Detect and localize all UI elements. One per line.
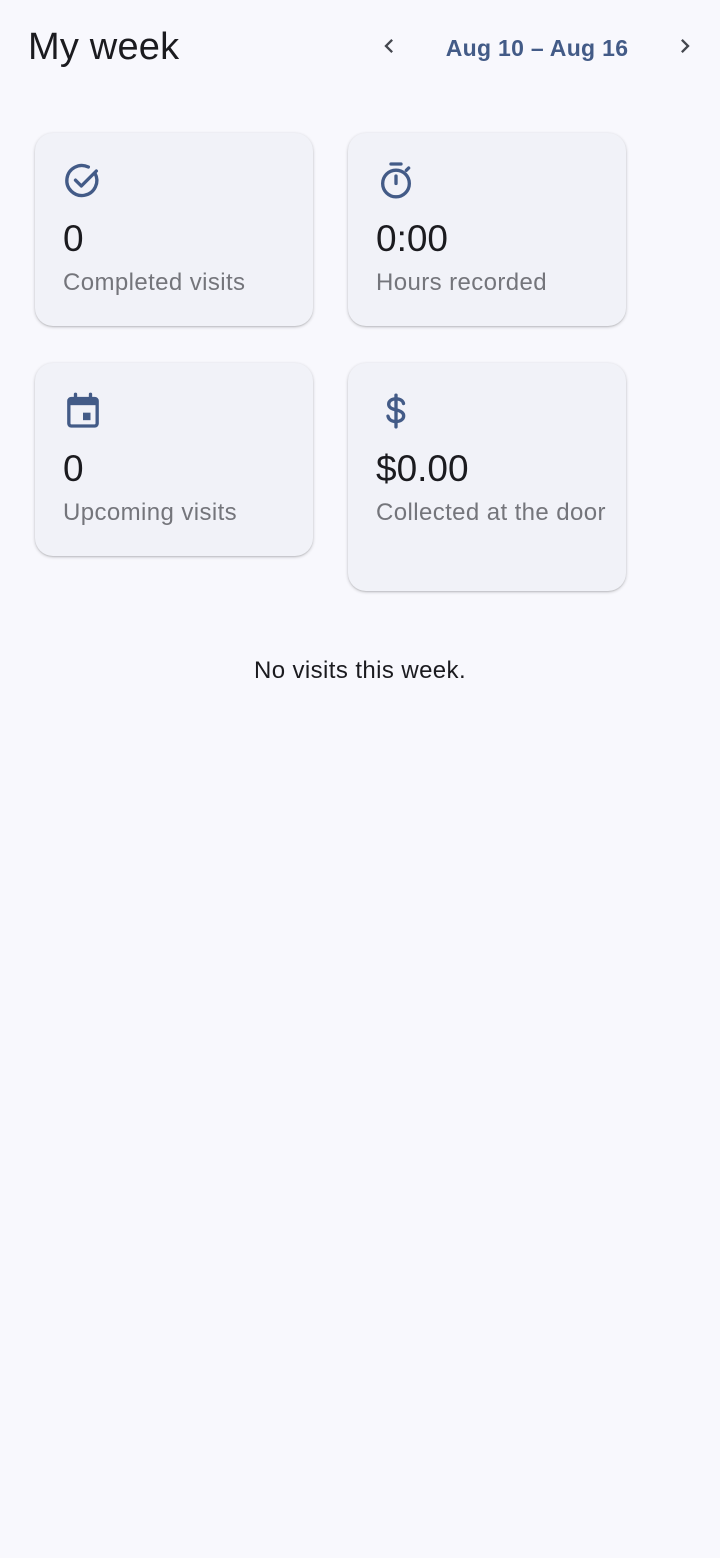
upcoming-visits-label: Upcoming visits: [63, 499, 238, 526]
next-week-button[interactable]: [661, 24, 709, 72]
completed-visits-value: 0: [63, 218, 84, 259]
dollar-icon: [376, 391, 416, 431]
empty-state-message: No visits this week.: [253, 657, 467, 684]
date-range-button[interactable]: Aug 10 – Aug 16: [418, 24, 656, 72]
stopwatch-icon: [376, 161, 416, 201]
collected-at-door-label: Collected at the door: [376, 499, 606, 526]
chevron-right-icon: [671, 32, 699, 65]
hours-recorded-card: 0:00 Hours recorded: [348, 133, 626, 326]
calendar-icon: [63, 391, 103, 431]
collected-at-door-card: $0.00 Collected at the door: [348, 363, 626, 591]
completed-visits-card: 0 Completed visits: [35, 133, 313, 326]
chevron-left-icon: [375, 32, 403, 65]
hours-recorded-label: Hours recorded: [376, 269, 548, 296]
collected-at-door-value: $0.00: [376, 448, 469, 489]
upcoming-visits-value: 0: [63, 448, 84, 489]
check-circle-icon: [63, 161, 103, 201]
upcoming-visits-card: 0 Upcoming visits: [35, 363, 313, 556]
header: My week Aug 10 – Aug 16: [0, 0, 720, 96]
hours-recorded-value: 0:00: [376, 218, 449, 259]
completed-visits-label: Completed visits: [63, 269, 246, 296]
previous-week-button[interactable]: [365, 24, 413, 72]
page-title: My week: [28, 26, 180, 68]
